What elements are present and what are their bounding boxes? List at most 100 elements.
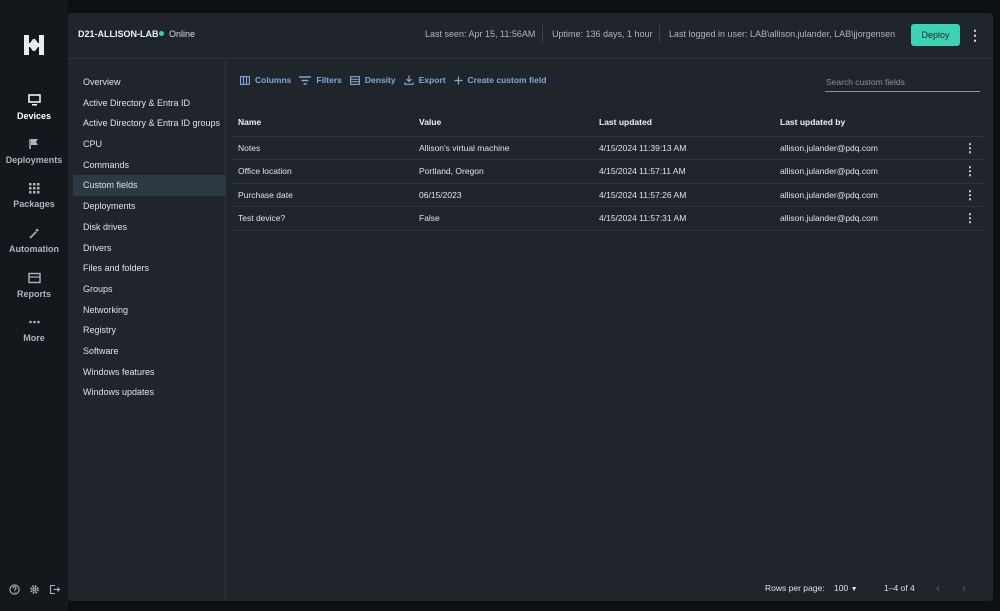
column-header-value[interactable]: Value: [419, 108, 441, 137]
logout-icon[interactable]: [49, 584, 60, 597]
density-button[interactable]: Density: [349, 75, 396, 85]
subnav-item-cpu[interactable]: CPU: [73, 134, 225, 155]
rail-item-packages[interactable]: Packages: [0, 182, 68, 209]
cell-last-updated-by: allison.julander@pdq.com: [780, 189, 878, 200]
rows-per-page-label: Rows per page:: [765, 583, 825, 593]
custom-fields-table: Name Value Last updated Last updated by …: [232, 108, 986, 231]
wand-icon: [29, 228, 40, 239]
chevron-right-icon[interactable]: ›: [962, 581, 966, 595]
divider: [659, 25, 660, 43]
device-detail-card: D21-ALLISON-LAB Online Last seen: Apr 15…: [68, 13, 993, 601]
cell-last-updated: 4/15/2024 11:39:13 AM: [599, 143, 687, 153]
cell-last-updated: 4/15/2024 11:57:11 AM: [599, 166, 686, 177]
pagination: Rows per page: 100 ▼ 1–4 of 4 ‹ ›: [228, 581, 993, 601]
subnav-item-windows-updates[interactable]: Windows updates: [73, 382, 225, 403]
row-menu-icon[interactable]: ⋮: [964, 160, 976, 183]
uptime: Uptime: 136 days, 1 hour: [552, 29, 653, 39]
columns-button[interactable]: Columns: [240, 75, 291, 85]
table-row[interactable]: Office location Portland, Oregon 4/15/20…: [232, 160, 986, 184]
deploy-button[interactable]: Deploy: [911, 24, 960, 46]
create-custom-field-label: Create custom field: [467, 75, 547, 85]
cell-name: Purchase date: [238, 189, 293, 200]
subnav-item-registry[interactable]: Registry: [73, 320, 225, 341]
row-menu-icon[interactable]: ⋮: [964, 184, 976, 207]
grid-icon: [29, 183, 40, 194]
cell-last-updated: 4/15/2024 11:57:31 AM: [599, 213, 687, 224]
rail-item-label: More: [23, 333, 45, 343]
download-icon: [404, 75, 414, 85]
device-name: D21-ALLISON-LAB: [78, 29, 159, 39]
density-label: Density: [364, 75, 396, 85]
caret-down-icon: ▼: [850, 586, 858, 593]
rail-item-deployments[interactable]: Deployments: [0, 138, 68, 165]
rail-item-more[interactable]: More: [0, 316, 68, 343]
rail-item-label: Automation: [9, 244, 59, 254]
rail-footer: [0, 584, 68, 597]
table-row[interactable]: Notes Allison's virtual machine 4/15/202…: [232, 137, 986, 161]
online-dot-icon: [159, 31, 164, 36]
filters-label: Filters: [316, 75, 342, 85]
export-label: Export: [418, 75, 446, 85]
flag-icon: [29, 139, 38, 149]
last-seen: Last seen: Apr 15, 11:56AM: [425, 29, 536, 39]
column-header-last-updated-by[interactable]: Last updated by: [780, 108, 845, 137]
last-logged-in-user: Last logged in user: LAB\allison.julande…: [669, 29, 896, 39]
subnav-item-deployments[interactable]: Deployments: [73, 196, 225, 217]
rail-item-devices[interactable]: Devices: [0, 94, 68, 121]
chevron-left-icon[interactable]: ‹: [936, 581, 940, 595]
subnav-item-windows-features[interactable]: Windows features: [73, 362, 225, 383]
cell-value: Portland, Oregon: [419, 166, 484, 177]
table-row[interactable]: Test device? False 4/15/2024 11:57:31 AM…: [232, 207, 986, 231]
filters-button[interactable]: Filters: [299, 75, 342, 85]
subnav-item-groups[interactable]: Groups: [73, 279, 225, 300]
cell-value: False: [419, 213, 440, 224]
rail-item-automation[interactable]: Automation: [0, 227, 68, 254]
filter-icon: [299, 75, 312, 85]
subnav-item-ad-entra[interactable]: Active Directory & Entra ID: [73, 93, 225, 114]
table-row[interactable]: Purchase date 06/15/2023 4/15/2024 11:57…: [232, 184, 986, 208]
status-badge: Online: [159, 29, 195, 39]
row-menu-icon[interactable]: ⋮: [964, 207, 976, 230]
table-header-row: Name Value Last updated Last updated by: [232, 108, 986, 137]
subnav-item-networking[interactable]: Networking: [73, 300, 225, 321]
subnav-item-overview[interactable]: Overview: [73, 72, 225, 93]
subnav-item-custom-fields[interactable]: Custom fields: [73, 175, 225, 197]
plus-icon: [454, 76, 463, 84]
device-subnav: Overview Active Directory & Entra ID Act…: [68, 60, 226, 601]
subnav-item-drivers[interactable]: Drivers: [73, 238, 225, 259]
more-options-icon[interactable]: ⋮: [968, 25, 982, 45]
custom-fields-panel: Columns Filters Density Export Create cu…: [228, 60, 993, 601]
gear-icon[interactable]: [29, 584, 40, 597]
cell-last-updated-by: allison.julander@pdq.com: [780, 143, 878, 153]
page-range: 1–4 of 4: [884, 583, 915, 593]
density-icon: [349, 75, 360, 85]
cell-value: 06/15/2023: [419, 189, 462, 200]
cell-last-updated-by: allison.julander@pdq.com: [780, 213, 878, 224]
status-label: Online: [169, 29, 196, 39]
subnav-item-files-folders[interactable]: Files and folders: [73, 258, 225, 279]
divider: [542, 25, 543, 43]
device-header: D21-ALLISON-LAB Online Last seen: Apr 15…: [68, 13, 993, 59]
grid-toolbar: Columns Filters Density Export Create cu…: [240, 75, 554, 85]
subnav-item-ad-entra-groups[interactable]: Active Directory & Entra ID groups: [73, 113, 225, 134]
cell-value: Allison's virtual machine: [419, 143, 510, 153]
row-menu-icon[interactable]: ⋮: [964, 137, 976, 160]
column-header-name[interactable]: Name: [238, 108, 261, 137]
columns-label: Columns: [255, 75, 292, 85]
rail-item-label: Deployments: [5, 155, 63, 165]
export-button[interactable]: Export: [404, 75, 446, 85]
subnav-item-disk-drives[interactable]: Disk drives: [73, 217, 225, 238]
rail-item-label: Reports: [16, 289, 51, 299]
search-custom-fields-input[interactable]: [825, 72, 980, 92]
subnav-item-commands[interactable]: Commands: [73, 155, 225, 176]
app-logo: [24, 35, 44, 55]
cell-last-updated: 4/15/2024 11:57:26 AM: [599, 189, 687, 200]
report-icon: [27, 272, 41, 284]
more-dots-icon: [28, 320, 40, 324]
rail-item-reports[interactable]: Reports: [0, 272, 68, 299]
help-icon[interactable]: [8, 584, 20, 597]
subnav-item-software[interactable]: Software: [73, 341, 225, 362]
create-custom-field-button[interactable]: Create custom field: [454, 75, 547, 85]
column-header-last-updated[interactable]: Last updated: [599, 108, 652, 137]
rows-per-page-select[interactable]: 100 ▼: [834, 583, 858, 593]
